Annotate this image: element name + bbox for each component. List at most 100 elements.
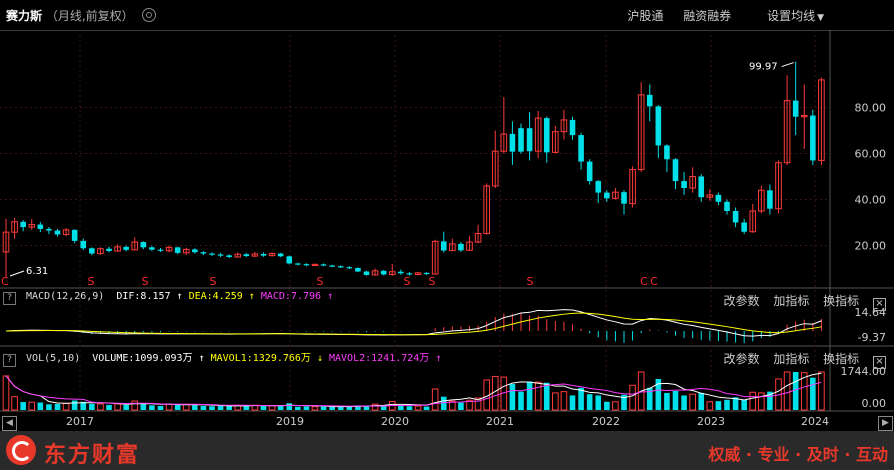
volume-bar [604, 401, 610, 410]
eastmoney-logo-icon [6, 435, 36, 465]
close-icon[interactable]: × [873, 298, 886, 311]
volume-bar [552, 392, 559, 411]
scroll-left-icon[interactable]: ◀ [2, 416, 17, 431]
volume-bar [54, 403, 61, 410]
candle-body [398, 271, 404, 274]
volume-bar [406, 406, 413, 410]
vol-mavol2: MAVOL2:1241.724万 [329, 353, 430, 364]
vol-add-indicator[interactable]: 加指标 [773, 352, 809, 366]
volume-bar [329, 406, 335, 410]
volume-bar [200, 405, 207, 410]
candle-body [380, 270, 387, 275]
arrow-up-icon: ↑ [192, 353, 211, 364]
volume-bar [560, 391, 568, 411]
help-icon[interactable]: ? [3, 354, 16, 367]
volume-bar [414, 405, 422, 411]
vol-change-params[interactable]: 改参数 [723, 352, 759, 366]
macd-switch-indicator[interactable]: 换指标 [823, 294, 859, 308]
vol-switch-indicator[interactable]: 换指标 [823, 352, 859, 366]
arrow-up-icon: ↑ [429, 353, 442, 364]
candle-body [295, 263, 301, 265]
volume-bar [320, 406, 327, 410]
volume-bar [62, 403, 70, 411]
candle-body [337, 266, 344, 268]
arrow-up-icon: ↑ [242, 291, 261, 302]
candle-body [320, 264, 327, 266]
vol-label: VOL(5,10) [26, 353, 81, 364]
event-marker: C [1, 275, 9, 288]
volume-bar [681, 395, 687, 410]
volume-bar [758, 392, 765, 411]
candle-body [440, 241, 447, 251]
macd-tools: 改参数 加指标 换指标 × [713, 292, 886, 311]
price-tick-label: 20.00 [855, 240, 887, 253]
volume-bar [226, 405, 232, 410]
close-icon[interactable]: × [873, 356, 886, 369]
candle-body [681, 181, 687, 188]
year-tick-label: 2017 [66, 415, 94, 428]
candle-body [54, 230, 61, 235]
volume-bar [217, 405, 224, 410]
candle-body [595, 181, 602, 193]
volume-bar [612, 401, 619, 411]
macd-change-params[interactable]: 改参数 [723, 294, 759, 308]
volume-bar [586, 394, 593, 410]
candle-body [724, 201, 730, 211]
volume-bar [595, 395, 602, 410]
volume-bar [114, 403, 121, 411]
candle-body [604, 192, 610, 199]
volume-bar [509, 384, 516, 410]
candle-body [329, 265, 335, 267]
volume-bar [89, 403, 95, 410]
candle-body [655, 106, 662, 146]
low-price-label: 6.31 [26, 266, 48, 277]
high-price-label: 99.97 [749, 62, 778, 73]
candle-body [698, 176, 705, 198]
year-tick-label: 2022 [592, 415, 620, 428]
volume-bar [295, 406, 301, 410]
candle-body [243, 254, 250, 257]
volume-bar [578, 387, 584, 410]
volume-bar [20, 402, 26, 410]
volume-bar [749, 391, 757, 411]
candle-body [526, 128, 533, 152]
candle-body [80, 240, 87, 249]
candle-body [277, 253, 284, 257]
scroll-right-icon[interactable]: ▶ [878, 416, 893, 431]
candle-body [37, 224, 44, 229]
candle-body [46, 228, 52, 231]
macd-dif: DIF:8.157 [116, 291, 171, 302]
brand-slogan: 权威 · 专业 · 及时 · 互动 [708, 445, 888, 464]
volume-bar [706, 401, 714, 411]
high-marker-arrow [781, 62, 794, 68]
arrow-up-icon: ↑ [321, 291, 334, 302]
price-tick-label: 60.00 [855, 148, 887, 161]
candle-body [767, 190, 773, 209]
candle-body [741, 222, 747, 232]
volume-bar [543, 382, 550, 410]
event-marker: S [88, 275, 95, 288]
candle-body [664, 145, 670, 160]
candle-body [732, 211, 739, 223]
brand-name: 东方财富 [44, 443, 141, 468]
help-icon[interactable]: ? [3, 292, 16, 305]
candle-body [106, 248, 112, 252]
volume-bar [715, 401, 722, 410]
event-marker: S [142, 275, 149, 288]
volume-bar [664, 392, 670, 410]
vol-header: ? VOL(5,10) VOLUME:1099.093万 ↑ MAVOL1:13… [0, 349, 441, 367]
event-marker: C [650, 275, 658, 288]
volume-bar [260, 405, 267, 410]
candle-body [672, 159, 679, 182]
volume-bar [71, 400, 78, 410]
vol-mavol1: MAVOL1:1329.766万 [210, 353, 311, 364]
vol-axis-bottom: 0.00 [862, 397, 887, 410]
macd-add-indicator[interactable]: 加指标 [773, 294, 809, 308]
volume-bar [243, 405, 250, 410]
candle-body [569, 119, 576, 136]
volume-bar [569, 395, 576, 410]
year-tick-label: 2024 [801, 415, 829, 428]
volume-bar [698, 392, 705, 410]
volume-bar [131, 400, 139, 411]
candle-body [303, 264, 310, 266]
